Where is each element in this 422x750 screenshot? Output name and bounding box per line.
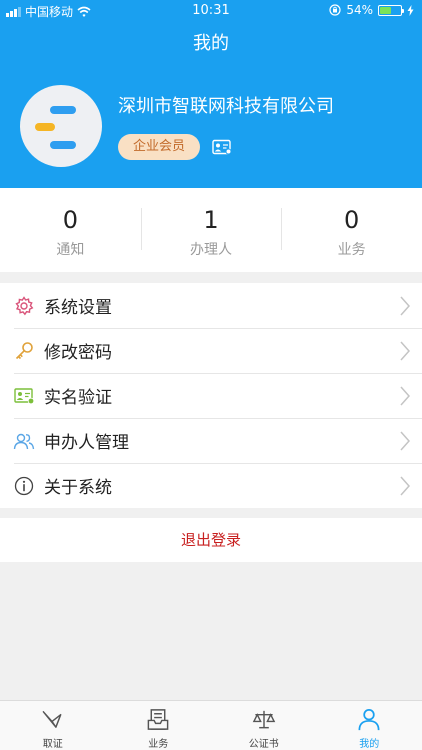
stat-value: 1 [203,206,219,234]
tab-bar: 取证 业务 公证书 我的 [0,700,422,750]
menu-item-applicant-management[interactable]: 申办人管理 [0,418,422,463]
stat-label: 办理人 [190,242,232,258]
evidence-icon [42,711,62,728]
stat-notifications[interactable]: 0 通知 [0,188,141,272]
profile-header: 深圳市智联网科技有限公司 企业会员 [0,66,422,188]
chevron-right-icon [400,431,410,451]
battery-icon [378,4,404,16]
status-bar: 中国移动 10:31 54% [0,0,422,22]
stat-label: 通知 [56,242,85,258]
member-badge: 企业会员 [118,134,200,160]
chevron-right-icon [400,341,410,361]
tab-business[interactable]: 业务 [106,701,212,750]
tab-label: 我的 [359,739,380,750]
stat-value: 0 [62,206,78,234]
company-name: 深圳市智联网科技有限公司 [118,96,334,117]
menu-item-about-system[interactable]: 关于系统 [0,463,422,508]
menu-label: 实名验证 [44,388,112,408]
settings-menu: 系统设置 修改密码 实名验证 申办人管理 关于系统 [0,283,422,508]
stat-label: 业务 [337,242,366,258]
menu-item-real-name-verification[interactable]: 实名验证 [0,373,422,418]
charging-bolt-icon [407,4,414,16]
info-icon [13,475,35,497]
menu-label: 申办人管理 [44,433,129,453]
stats-panel: 0 通知 1 办理人 0 业务 [0,188,422,272]
chevron-right-icon [400,296,410,316]
menu-label: 关于系统 [44,478,112,498]
tab-label: 公证书 [248,739,279,750]
tab-label: 业务 [148,739,169,750]
page-title: 我的 [0,22,422,66]
rotation-lock-icon [329,4,341,16]
id-verify-icon [13,385,35,407]
business-icon [147,709,169,730]
chevron-right-icon [400,476,410,496]
stat-business[interactable]: 0 业务 [281,188,422,272]
menu-label: 修改密码 [44,343,112,363]
stat-value: 0 [344,206,360,234]
tab-evidence[interactable]: 取证 [0,701,106,750]
avatar-logo[interactable] [20,85,102,167]
menu-item-system-settings[interactable]: 系统设置 [0,283,422,328]
battery-percent: 54% [346,3,373,17]
menu-label: 系统设置 [44,298,112,318]
scales-icon [252,710,276,729]
chevron-right-icon [400,386,410,406]
gear-icon [13,295,35,317]
key-icon [13,340,35,362]
logout-button[interactable]: 退出登录 [0,518,422,562]
tab-certificates[interactable]: 公证书 [211,701,317,750]
id-card-icon[interactable] [212,139,232,155]
users-icon [13,430,35,452]
stat-handlers[interactable]: 1 办理人 [140,188,282,272]
tab-label: 取证 [42,739,63,750]
tab-mine[interactable]: 我的 [317,701,422,750]
menu-item-change-password[interactable]: 修改密码 [0,328,422,373]
person-icon [358,709,380,731]
